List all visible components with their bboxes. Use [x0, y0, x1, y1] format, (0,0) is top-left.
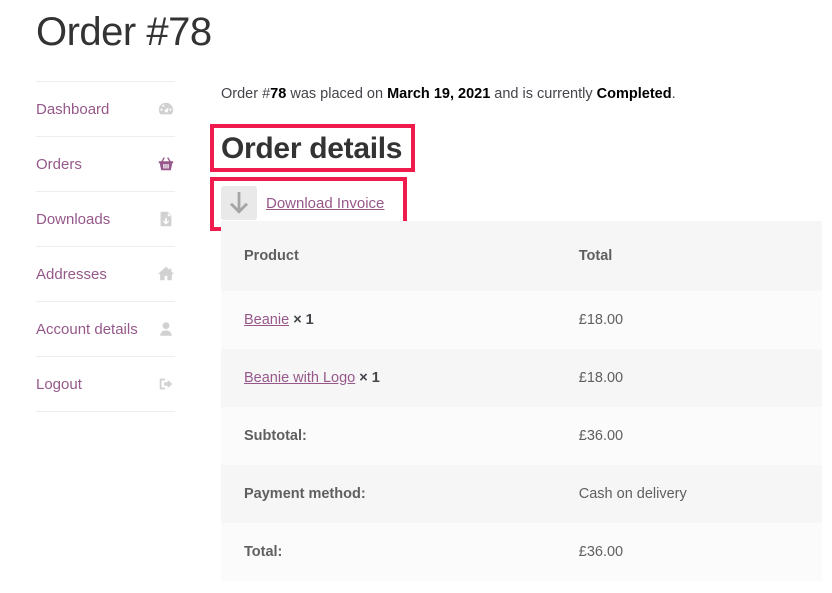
sidebar-item-downloads[interactable]: Downloads — [36, 192, 175, 247]
order-details-heading: Order details — [221, 132, 403, 165]
download-invoice-link[interactable]: Download Invoice — [266, 195, 384, 212]
order-status: Completed — [596, 86, 672, 102]
sidebar-item-label: Account details — [36, 320, 138, 338]
total-value: £36.00 — [578, 544, 624, 560]
sidebar-item-label: Dashboard — [36, 100, 110, 118]
summary-text: and is currently — [490, 86, 597, 102]
summary-text: was placed on — [286, 86, 388, 102]
download-invoice-row: Download Invoice — [221, 186, 384, 220]
product-cell: Beanie × 1 — [221, 291, 579, 349]
sidebar-item-addresses[interactable]: Addresses — [36, 247, 175, 302]
page-title: Order #78 — [36, 10, 212, 54]
basket-icon — [157, 155, 175, 173]
dashboard-icon — [157, 100, 175, 118]
sidebar-item-label: Logout — [36, 375, 82, 393]
table-row: Beanie with Logo × 1 £18.00 — [221, 349, 822, 407]
order-number: 78 — [270, 86, 287, 102]
column-header-total: Total — [578, 248, 613, 264]
download-arrow-icon[interactable] — [221, 186, 257, 220]
subtotal-row: Subtotal: £36.00 — [221, 407, 822, 465]
line-total: £18.00 — [578, 370, 624, 386]
sidebar-item-logout[interactable]: Logout — [36, 357, 175, 412]
subtotal-value: £36.00 — [578, 428, 624, 444]
table-header-row: Product Total — [221, 221, 822, 291]
file-download-icon — [157, 210, 175, 228]
product-quantity: × 1 — [293, 312, 314, 328]
column-header-product: Product — [244, 248, 299, 264]
sidebar-item-orders[interactable]: Orders — [36, 137, 175, 192]
product-cell: Beanie with Logo × 1 — [221, 349, 579, 407]
order-details-table: Product Total Beanie × 1 £18.00 Beanie w… — [221, 221, 822, 581]
product-link[interactable]: Beanie with Logo — [244, 370, 355, 386]
payment-method-label: Payment method: — [244, 486, 366, 502]
sidebar-item-account-details[interactable]: Account details — [36, 302, 175, 357]
sidebar-item-label: Addresses — [36, 265, 107, 283]
subtotal-label: Subtotal: — [244, 428, 307, 444]
summary-text: Order # — [221, 86, 271, 102]
logout-icon — [157, 375, 175, 393]
line-total: £18.00 — [578, 312, 624, 328]
sidebar-item-label: Orders — [36, 155, 82, 173]
table-row: Beanie × 1 £18.00 — [221, 291, 822, 349]
total-row: Total: £36.00 — [221, 523, 822, 581]
payment-method-row: Payment method: Cash on delivery — [221, 465, 822, 523]
order-date: March 19, 2021 — [387, 86, 491, 102]
total-label: Total: — [244, 544, 283, 560]
product-link[interactable]: Beanie — [244, 312, 289, 328]
summary-text: . — [671, 86, 676, 102]
product-quantity: × 1 — [359, 370, 380, 386]
user-icon — [157, 320, 175, 338]
account-navigation: Dashboard Orders Downloads Addresses Acc… — [36, 81, 175, 412]
order-summary: Order #78 was placed on March 19, 2021 a… — [221, 86, 676, 102]
payment-method-value: Cash on delivery — [578, 486, 687, 502]
home-icon — [157, 265, 175, 283]
sidebar-item-dashboard[interactable]: Dashboard — [36, 82, 175, 137]
sidebar-item-label: Downloads — [36, 210, 111, 228]
